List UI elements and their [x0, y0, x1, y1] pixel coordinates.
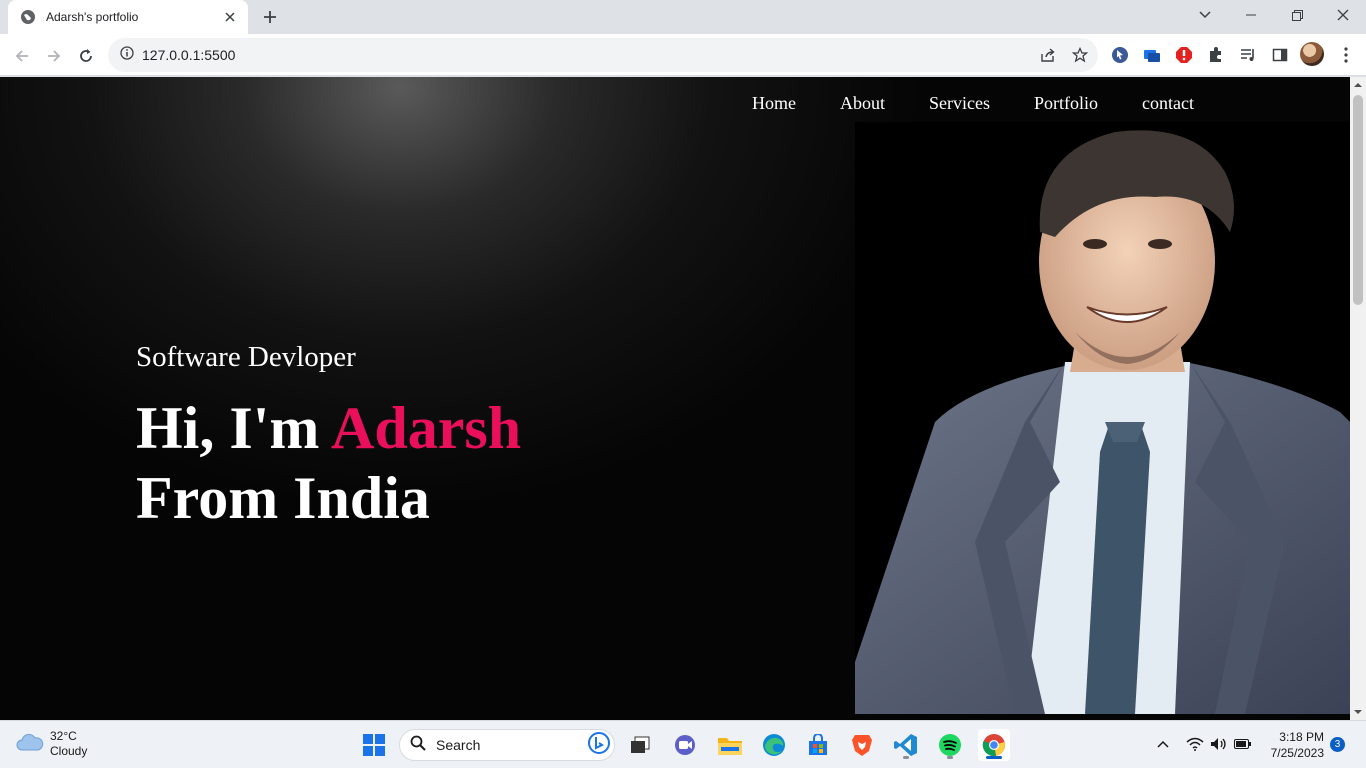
- bing-icon: [588, 731, 610, 759]
- new-tab-button[interactable]: [258, 6, 282, 28]
- url-text: 127.0.0.1:5500: [142, 47, 236, 63]
- hero-section: Software Devloper Hi, I'm Adarsh From In…: [136, 339, 521, 533]
- hero-heading-prefix: Hi, I'm: [136, 395, 332, 461]
- volume-icon[interactable]: [1208, 733, 1230, 755]
- address-bar[interactable]: 127.0.0.1:5500: [108, 38, 1098, 72]
- close-tab-icon[interactable]: [222, 9, 238, 25]
- tab-search-icon[interactable]: [1182, 0, 1228, 30]
- edge-browser-icon[interactable]: [758, 729, 790, 761]
- tab-strip: Adarsh's portfolio: [0, 0, 1366, 34]
- page-viewport: Home About Services Portfolio contact So…: [0, 77, 1350, 720]
- cloud-icon: [16, 732, 44, 757]
- windows-taskbar: 32°C Cloudy Search 3:18 PM 7/25/2023 3: [0, 720, 1366, 768]
- running-indicator: [947, 756, 953, 759]
- wifi-icon[interactable]: [1184, 733, 1206, 755]
- hero-subtitle: Software Devloper: [136, 341, 356, 373]
- weather-widget[interactable]: 32°C Cloudy: [16, 729, 87, 759]
- running-indicator: [903, 756, 909, 759]
- notification-badge[interactable]: 3: [1330, 737, 1345, 752]
- nav-services-link[interactable]: Services: [929, 91, 990, 115]
- browser-tab[interactable]: Adarsh's portfolio: [8, 0, 248, 34]
- hero-heading: Hi, I'm Adarsh From India: [136, 393, 521, 533]
- browser-toolbar: 127.0.0.1:5500: [0, 34, 1366, 76]
- chrome-menu-icon[interactable]: [1334, 43, 1358, 67]
- media-control-icon[interactable]: [1236, 43, 1260, 67]
- weather-temp: 32°C: [50, 729, 77, 743]
- screen-extension-icon[interactable]: [1140, 43, 1164, 67]
- clock-time: 3:18 PM: [1279, 730, 1324, 744]
- taskbar-search[interactable]: Search: [399, 729, 615, 761]
- search-label: Search: [436, 737, 481, 753]
- restore-button[interactable]: [1274, 0, 1320, 30]
- extensions-puzzle-icon[interactable]: [1204, 43, 1228, 67]
- weather-desc: Cloudy: [50, 744, 88, 758]
- site-nav: Home About Services Portfolio contact: [752, 91, 1238, 115]
- side-panel-icon[interactable]: [1268, 43, 1292, 67]
- page-scrollbar[interactable]: [1350, 77, 1366, 720]
- spotify-icon[interactable]: [934, 729, 966, 761]
- active-indicator: [986, 756, 1002, 759]
- profile-photo: [855, 122, 1350, 714]
- scrollbar-thumb[interactable]: [1353, 95, 1363, 305]
- brave-browser-icon[interactable]: [846, 729, 878, 761]
- battery-icon[interactable]: [1232, 733, 1254, 755]
- back-button[interactable]: [8, 42, 36, 70]
- reload-button[interactable]: [72, 42, 100, 70]
- adblock-extension-icon[interactable]: [1172, 43, 1196, 67]
- task-view-icon[interactable]: [624, 729, 656, 761]
- nav-about-link[interactable]: About: [840, 91, 885, 115]
- minimize-button[interactable]: [1228, 0, 1274, 30]
- nav-portfolio-link[interactable]: Portfolio: [1034, 91, 1098, 115]
- tab-title: Adarsh's portfolio: [46, 10, 139, 24]
- clock[interactable]: 3:18 PM 7/25/2023: [1262, 729, 1324, 761]
- profile-avatar[interactable]: [1300, 42, 1324, 66]
- nav-home-link[interactable]: Home: [752, 91, 796, 115]
- forward-button[interactable]: [40, 42, 68, 70]
- chrome-icon[interactable]: [978, 729, 1010, 761]
- bookmark-star-icon[interactable]: [1068, 43, 1092, 67]
- vscode-icon[interactable]: [890, 729, 922, 761]
- hero-heading-line2: From India: [136, 465, 430, 531]
- microsoft-store-icon[interactable]: [802, 729, 834, 761]
- nav-contact-link[interactable]: contact: [1142, 91, 1194, 115]
- close-window-button[interactable]: [1320, 0, 1366, 30]
- info-icon[interactable]: [120, 45, 134, 65]
- teams-chat-icon[interactable]: [669, 729, 701, 761]
- hero-heading-name: Adarsh: [331, 395, 522, 461]
- cursor-extension-icon[interactable]: [1108, 43, 1132, 67]
- file-explorer-icon[interactable]: [714, 729, 746, 761]
- windows-start-icon[interactable]: [358, 729, 390, 761]
- chevron-up-icon[interactable]: [1152, 733, 1174, 755]
- globe-icon: [20, 9, 36, 25]
- search-icon: [410, 735, 426, 756]
- clock-date: 7/25/2023: [1270, 746, 1324, 760]
- share-icon[interactable]: [1036, 43, 1060, 67]
